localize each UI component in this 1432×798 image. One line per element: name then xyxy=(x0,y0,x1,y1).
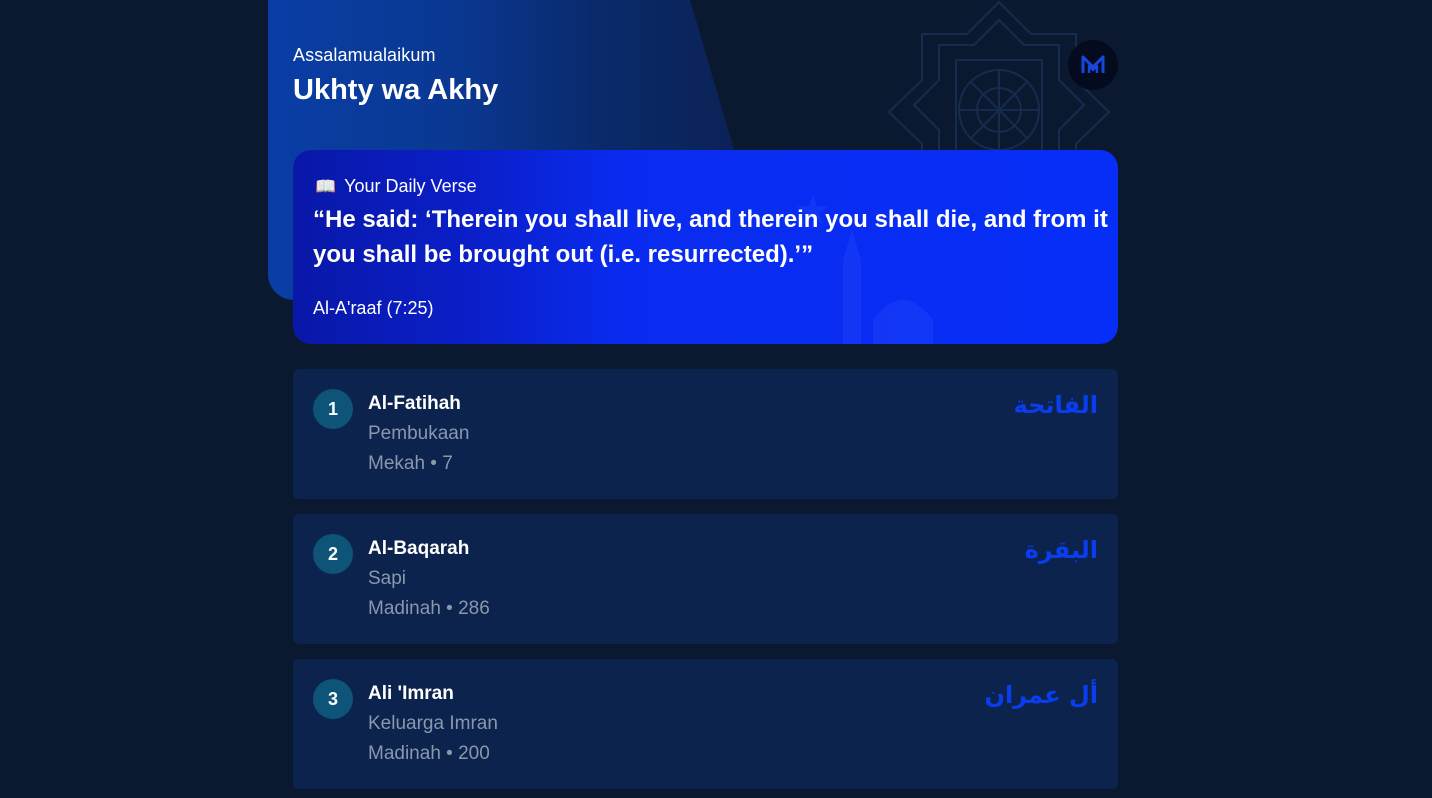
surah-list-item[interactable]: 3 Ali 'Imran Keluarga Imran Madinah • 20… xyxy=(293,659,1118,789)
surah-meaning: Pembukaan xyxy=(368,423,470,444)
surah-place-verses: Madinah • 200 xyxy=(368,743,490,764)
surah-number-badge: 3 xyxy=(313,679,353,719)
user-name-title: Ukhty wa Akhy xyxy=(293,74,499,106)
surah-number-badge: 1 xyxy=(313,389,353,429)
main-column: Assalamualaikum Ukhty wa Akhy 📖 Your Dai… xyxy=(268,0,1118,798)
surah-place-verses: Madinah • 286 xyxy=(368,598,490,619)
daily-verse-text: “He said: ‘Therein you shall live, and t… xyxy=(313,206,1108,268)
m-logo-glyph xyxy=(1081,55,1105,73)
app-screen: Assalamualaikum Ukhty wa Akhy 📖 Your Dai… xyxy=(0,0,1432,798)
surah-list-item[interactable]: 1 Al-Fatihah Pembukaan Mekah • 7 الفاتحة xyxy=(293,369,1118,499)
surah-name: Ali 'Imran xyxy=(368,683,454,704)
surah-list-item[interactable]: 2 Al-Baqarah Sapi Madinah • 286 البقرة xyxy=(293,514,1118,644)
surah-meaning: Sapi xyxy=(368,568,407,589)
surah-arabic-name: البقرة xyxy=(1024,536,1098,564)
surah-name: Al-Fatihah xyxy=(368,393,461,414)
surah-place-verses: Mekah • 7 xyxy=(368,453,453,474)
surah-arabic-name: الفاتحة xyxy=(1013,391,1098,419)
surah-name: Al-Baqarah xyxy=(368,538,470,559)
daily-verse-label: Your Daily Verse xyxy=(344,176,477,196)
m-logo-icon[interactable] xyxy=(1068,40,1118,90)
daily-verse-reference: Al-A'raaf (7:25) xyxy=(313,298,434,318)
surah-number-badge: 2 xyxy=(313,534,353,574)
daily-verse-header: 📖 Your Daily Verse xyxy=(315,176,477,197)
daily-verse-card[interactable]: 📖 Your Daily Verse “He said: ‘Therein yo… xyxy=(293,150,1118,344)
surah-arabic-name: أل عمران xyxy=(984,681,1098,709)
greeting-text: Assalamualaikum xyxy=(293,45,436,65)
surah-meaning: Keluarga Imran xyxy=(368,713,498,734)
open-book-icon: 📖 xyxy=(315,177,337,196)
